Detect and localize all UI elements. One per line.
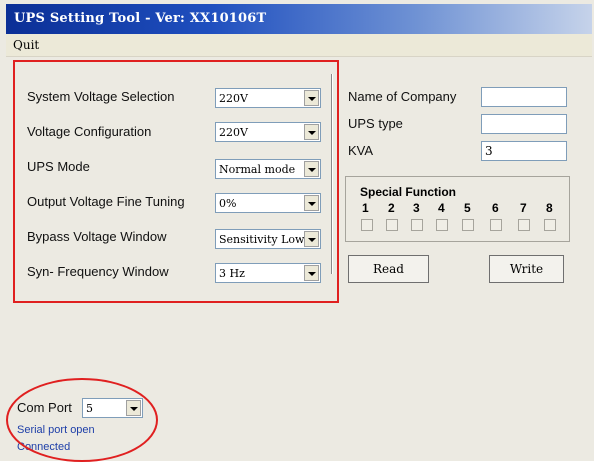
special-function-checkbox-6[interactable] — [490, 219, 502, 231]
highlight-rectangle — [13, 60, 339, 303]
kva-label: KVA — [348, 143, 374, 158]
special-function-checkbox-1[interactable] — [361, 219, 373, 231]
special-function-group: Special Function 1 2 3 4 5 6 7 8 — [345, 176, 570, 242]
special-function-number: 4 — [438, 201, 445, 215]
read-button[interactable]: Read — [348, 255, 429, 283]
title-bar: UPS Setting Tool - Ver: XX10106T — [6, 4, 592, 34]
special-function-title: Special Function — [360, 185, 457, 199]
company-label: Name of Company — [348, 89, 457, 104]
special-function-number: 7 — [520, 201, 527, 215]
special-function-checkbox-7[interactable] — [518, 219, 530, 231]
special-function-number: 1 — [362, 201, 369, 215]
special-function-checkbox-4[interactable] — [436, 219, 448, 231]
special-function-number: 5 — [464, 201, 471, 215]
special-function-checkbox-3[interactable] — [411, 219, 423, 231]
special-function-number: 6 — [492, 201, 499, 215]
window-title: UPS Setting Tool - Ver: XX10106T — [14, 11, 267, 26]
company-input[interactable] — [481, 87, 567, 107]
menu-quit[interactable]: Quit — [13, 38, 39, 52]
ups-type-label: UPS type — [348, 116, 403, 131]
app-window: UPS Setting Tool - Ver: XX10106T Quit Sy… — [0, 0, 594, 462]
menu-bar: Quit — [6, 34, 592, 57]
special-function-number: 2 — [388, 201, 395, 215]
ups-type-input[interactable] — [481, 114, 567, 134]
special-function-number: 8 — [546, 201, 553, 215]
special-function-checkbox-2[interactable] — [386, 219, 398, 231]
special-function-checkbox-5[interactable] — [462, 219, 474, 231]
kva-value: 3 — [485, 144, 493, 158]
kva-input[interactable]: 3 — [481, 141, 567, 161]
write-button[interactable]: Write — [489, 255, 564, 283]
special-function-checkbox-8[interactable] — [544, 219, 556, 231]
highlight-ellipse — [6, 378, 158, 462]
special-function-number: 3 — [413, 201, 420, 215]
